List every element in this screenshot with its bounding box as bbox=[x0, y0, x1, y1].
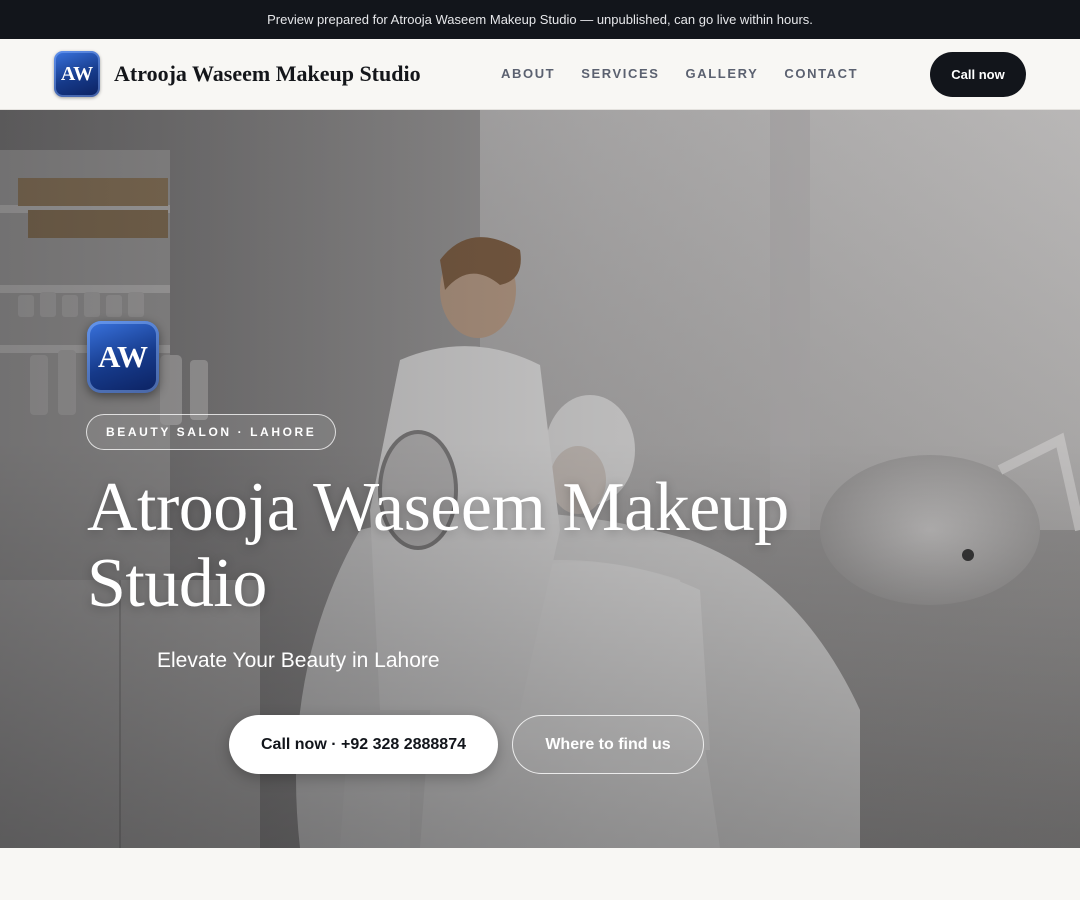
hero-section: AW BEAUTY SALON · LAHORE Atrooja Waseem … bbox=[0, 110, 1080, 848]
brand-logo-initials: AW bbox=[60, 62, 94, 85]
brand-logo[interactable]: AW bbox=[54, 51, 100, 97]
nav-link-services[interactable]: SERVICES bbox=[581, 66, 659, 81]
nav-link-contact[interactable]: CONTACT bbox=[784, 66, 858, 81]
nav-link-gallery[interactable]: GALLERY bbox=[686, 66, 759, 81]
hero-title: Atrooja Waseem Makeup Studio bbox=[87, 469, 789, 622]
header-call-button[interactable]: Call now bbox=[930, 52, 1026, 97]
nav-link-about[interactable]: ABOUT bbox=[501, 66, 555, 81]
hero-eyebrow-text: BEAUTY SALON · LAHORE bbox=[106, 425, 317, 439]
main-nav: ABOUT SERVICES GALLERY CONTACT bbox=[501, 66, 884, 81]
next-section bbox=[0, 848, 1080, 900]
hero-subtitle: Elevate Your Beauty in Lahore bbox=[157, 649, 440, 672]
hero-directions-button[interactable]: Where to find us bbox=[512, 715, 704, 774]
brand-name[interactable]: Atrooja Waseem Makeup Studio bbox=[114, 61, 421, 87]
hero-logo: AW bbox=[87, 321, 159, 393]
site-header: AW Atrooja Waseem Makeup Studio ABOUT SE… bbox=[0, 39, 1080, 110]
hero-logo-initials: AW bbox=[98, 339, 148, 374]
hero-call-button[interactable]: Call now · +92 328 2888874 bbox=[229, 715, 498, 774]
hero-eyebrow-badge: BEAUTY SALON · LAHORE bbox=[86, 414, 337, 450]
preview-banner: Preview prepared for Atrooja Waseem Make… bbox=[0, 0, 1080, 39]
preview-banner-text: Preview prepared for Atrooja Waseem Make… bbox=[267, 12, 813, 27]
